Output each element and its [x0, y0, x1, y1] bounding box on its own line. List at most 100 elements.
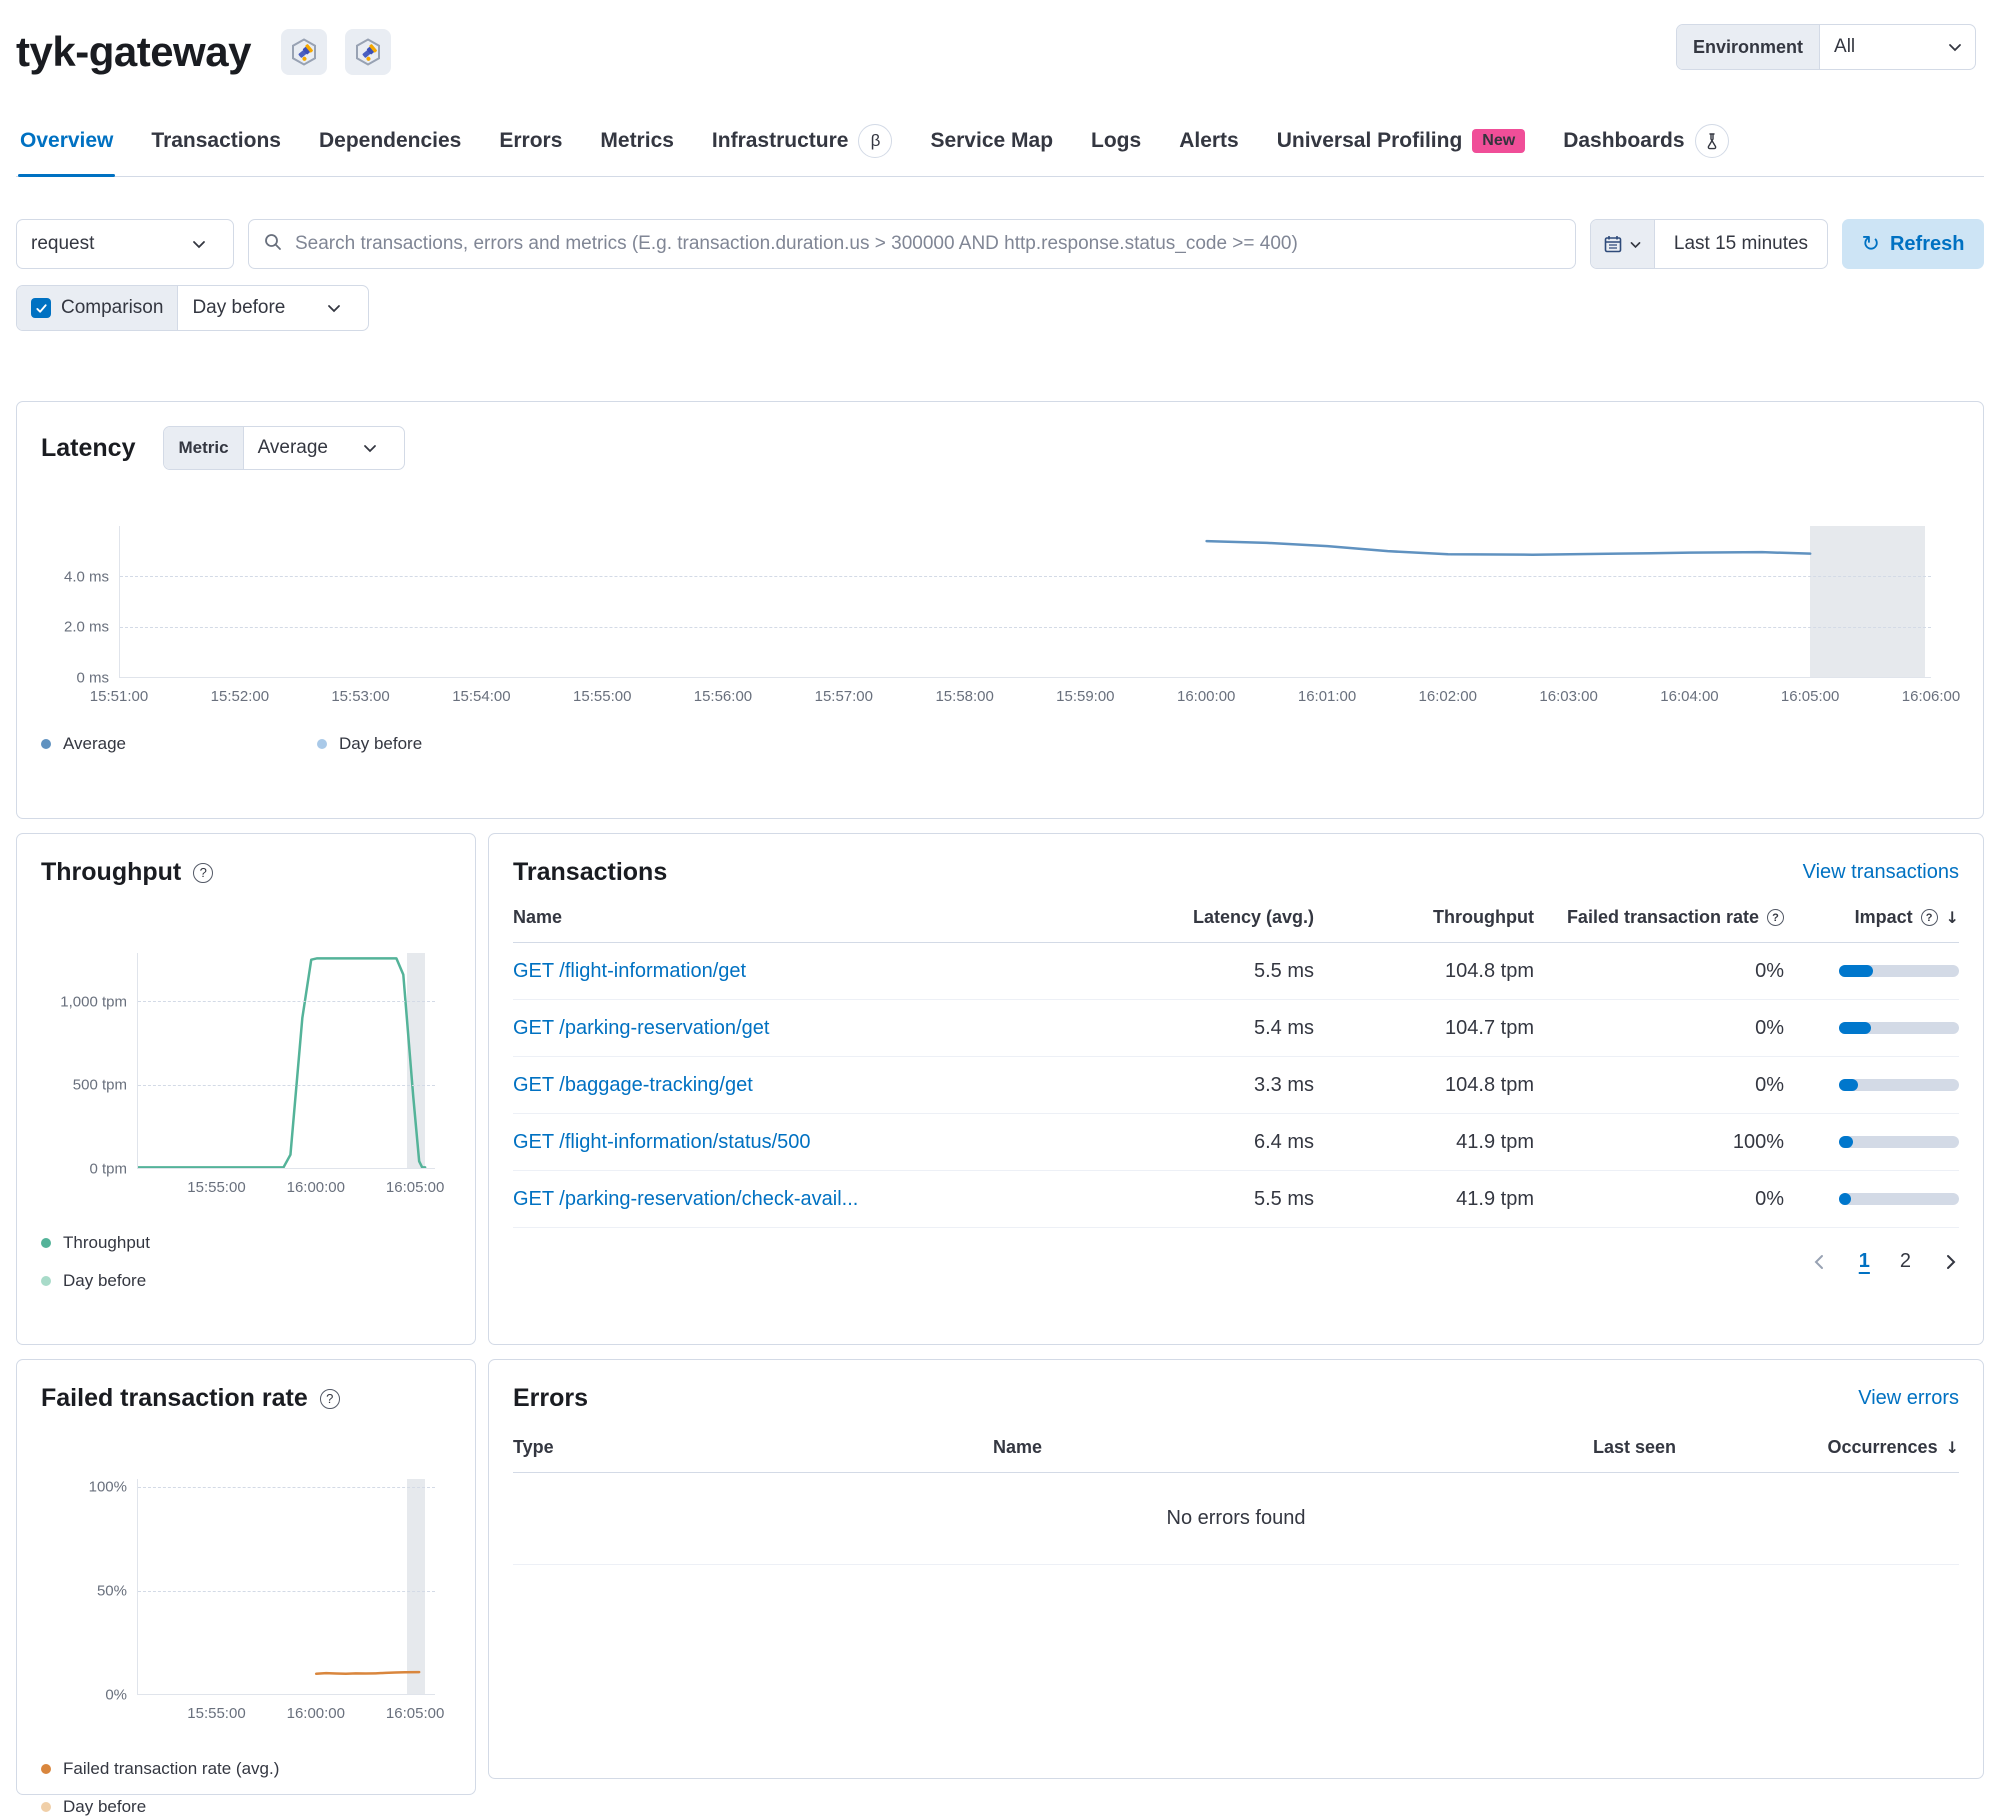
col-type[interactable]: Type — [513, 1437, 993, 1458]
help-icon[interactable]: ? — [1920, 909, 1938, 926]
header: tyk-gateway Environment All — [16, 20, 1984, 84]
comparison-toggle[interactable]: Comparison — [17, 286, 179, 330]
calendar-icon — [1604, 236, 1622, 253]
tab-service-map[interactable]: Service Map — [928, 118, 1055, 176]
query-type-select[interactable]: request — [16, 219, 234, 269]
impact-bar — [1784, 965, 1959, 977]
help-icon[interactable]: ? — [1767, 909, 1784, 926]
transaction-link[interactable]: GET /flight-information/get — [513, 960, 1114, 983]
throughput-y-axis: 1,000 tpm 500 tpm 0 tpm — [60, 993, 127, 1178]
tab-transactions[interactable]: Transactions — [149, 118, 283, 176]
cell-latency: 5.5 ms — [1253, 1187, 1314, 1210]
throughput-x-axis: 15:55:00 16:00:00 16:05:00 — [187, 1179, 445, 1196]
transaction-link[interactable]: GET /baggage-tracking/get — [513, 1074, 1114, 1097]
col-throughput[interactable]: Throughput — [1314, 907, 1534, 928]
search-input[interactable] — [293, 232, 1561, 256]
transaction-link[interactable]: GET /flight-information/status/500 — [513, 1131, 1114, 1154]
tab-logs[interactable]: Logs — [1089, 118, 1143, 176]
col-name[interactable]: Name — [993, 1437, 1593, 1458]
date-quick-select[interactable] — [1591, 220, 1655, 268]
query-type-value: request — [31, 233, 95, 254]
legend-item-failed-rate[interactable]: Failed transaction rate (avg.) — [41, 1759, 451, 1779]
latency-chart[interactable]: 4.0 ms 2.0 ms 0 ms 15:51:00 15:52:00 15:53:0… — [41, 526, 1960, 708]
legend-item-average[interactable]: Average — [41, 734, 301, 754]
metric-label: Metric — [164, 427, 244, 469]
metric-value: Average — [244, 437, 404, 459]
help-icon[interactable]: ? — [319, 1388, 340, 1409]
legend-label: Day before — [63, 1271, 147, 1290]
transaction-link[interactable]: GET /parking-reservation/get — [513, 1017, 1114, 1040]
throughput-plot-area[interactable] — [137, 953, 435, 1169]
impact-bar — [1784, 1022, 1959, 1034]
environment-select[interactable]: Environment All — [1676, 24, 1976, 70]
tab-infrastructure[interactable]: Infrastructure β — [710, 118, 895, 176]
ftr-x-axis: 15:55:00 16:00:00 16:05:00 — [187, 1705, 445, 1722]
next-page-button[interactable] — [1941, 1253, 1959, 1271]
col-name[interactable]: Name — [513, 907, 1114, 928]
time-range-value[interactable]: Last 15 minutes — [1655, 233, 1827, 255]
page-2-button[interactable]: 2 — [1900, 1250, 1911, 1273]
previous-page-button[interactable] — [1811, 1253, 1829, 1271]
throughput-panel: Throughput ? 1,000 tpm 500 tpm 0 tpm 15:55… — [16, 833, 476, 1345]
page-1-button[interactable]: 1 — [1859, 1250, 1870, 1273]
view-errors-link[interactable]: View errors — [1858, 1387, 1959, 1410]
tab-alerts[interactable]: Alerts — [1177, 118, 1241, 176]
col-failed-rate[interactable]: Failed transaction rate ? — [1534, 907, 1784, 928]
opentelemetry-agent-badge[interactable] — [280, 29, 327, 75]
latency-series — [120, 526, 1931, 677]
latency-metric-select[interactable]: Metric Average — [163, 426, 405, 470]
col-last-seen[interactable]: Last seen — [1593, 1437, 1739, 1458]
legend-dot — [317, 739, 327, 749]
col-occurrences[interactable]: Occurrences ↓ — [1739, 1437, 1959, 1458]
tab-errors[interactable]: Errors — [497, 118, 564, 176]
view-transactions-link[interactable]: View transactions — [1803, 861, 1959, 884]
legend-item-day-before[interactable]: Day before — [41, 1271, 451, 1291]
latency-title: Latency — [41, 433, 136, 462]
legend-item-throughput[interactable]: Throughput — [41, 1233, 451, 1253]
pagination: 1 2 — [513, 1250, 1959, 1273]
comparison-select[interactable]: Day before — [178, 297, 368, 319]
cell-throughput: 41.9 tpm — [1456, 1187, 1534, 1210]
legend-item-day-before[interactable]: Day before — [41, 1797, 451, 1817]
filter-bar: request Last 1 — [16, 219, 1984, 269]
transaction-link[interactable]: GET /parking-reservation/check-avail... — [513, 1188, 1114, 1211]
throughput-title: Throughput — [41, 858, 182, 886]
legend-dot — [41, 1802, 51, 1812]
help-icon[interactable]: ? — [193, 862, 214, 883]
legend-label: Failed transaction rate (avg.) — [63, 1759, 280, 1778]
sort-desc-icon: ↓ — [1945, 908, 1959, 927]
tab-dashboards-label: Dashboards — [1563, 129, 1685, 152]
new-badge: New — [1472, 129, 1526, 153]
latency-header: Latency Metric Average — [41, 426, 1959, 470]
chevron-down-icon — [326, 300, 354, 316]
throughput-series — [138, 953, 435, 1168]
comparison-checkbox[interactable] — [31, 298, 51, 318]
cell-failed-rate: 0% — [1755, 1187, 1784, 1210]
latency-plot-area[interactable] — [119, 526, 1931, 678]
col-latency[interactable]: Latency (avg.) — [1114, 907, 1314, 928]
metrics-grid: Throughput ? 1,000 tpm 500 tpm 0 tpm 15:55… — [16, 833, 1984, 1816]
ftr-chart[interactable]: 100% 50% 0% 15:55:00 16:00:00 16:05:00 — [41, 1479, 451, 1725]
tab-overview[interactable]: Overview — [18, 118, 116, 177]
tab-dashboards[interactable]: Dashboards — [1561, 118, 1730, 176]
cell-latency: 5.5 ms — [1253, 959, 1314, 982]
cell-throughput: 41.9 tpm — [1456, 1130, 1534, 1153]
tab-universal-profiling[interactable]: Universal Profiling New — [1275, 118, 1527, 176]
cell-throughput: 104.8 tpm — [1445, 959, 1534, 982]
legend-item-day-before[interactable]: Day before — [317, 734, 577, 754]
date-picker[interactable]: Last 15 minutes — [1590, 219, 1828, 269]
throughput-chart[interactable]: 1,000 tpm 500 tpm 0 tpm 15:55:00 16:00:00 16… — [41, 953, 451, 1199]
apm-service-overview-page: tyk-gateway Environment All Overview Tra… — [0, 0, 2000, 1816]
col-impact[interactable]: Impact ? ↓ — [1784, 907, 1959, 928]
tab-dependencies[interactable]: Dependencies — [317, 118, 463, 176]
search-bar[interactable] — [248, 219, 1576, 269]
cell-latency: 6.4 ms — [1253, 1130, 1314, 1153]
ftr-plot-area[interactable] — [137, 1479, 435, 1695]
opentelemetry-sdk-badge[interactable] — [344, 29, 391, 75]
refresh-label: Refresh — [1889, 232, 1965, 255]
refresh-button[interactable]: ↻ Refresh — [1842, 219, 1984, 269]
tab-metrics[interactable]: Metrics — [598, 118, 676, 176]
ftr-series — [138, 1479, 435, 1694]
environment-value: All — [1834, 36, 1856, 57]
impact-bar — [1784, 1193, 1959, 1205]
